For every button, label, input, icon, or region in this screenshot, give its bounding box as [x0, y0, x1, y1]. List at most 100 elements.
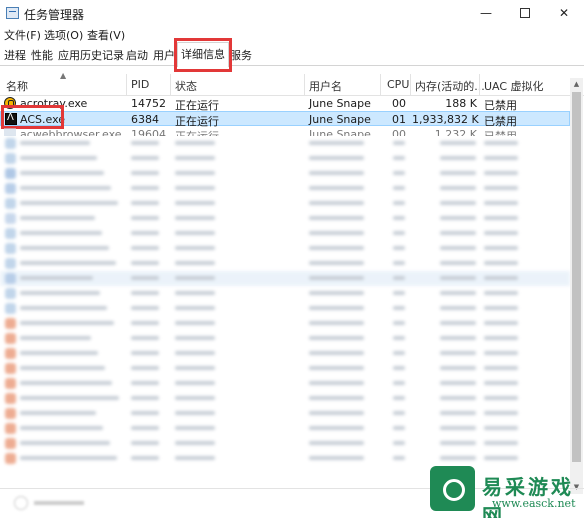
table-row[interactable]	[0, 361, 570, 376]
tab-performance[interactable]: 性能	[31, 47, 53, 63]
table-row[interactable]	[0, 346, 570, 361]
table-row[interactable]	[0, 451, 570, 466]
blurred-text	[175, 156, 215, 160]
process-name: acrotray.exe	[20, 97, 88, 110]
process-icon	[5, 378, 16, 389]
column-header-name[interactable]: 名称	[6, 78, 28, 94]
column-divider[interactable]	[380, 74, 381, 96]
scroll-up-icon[interactable]: ▲	[570, 78, 583, 91]
watermark: 易采游戏网 www.easck.net	[430, 466, 584, 518]
tab-details[interactable]: 详细信息	[177, 42, 229, 67]
table-row[interactable]	[0, 241, 570, 256]
tab-processes[interactable]: 进程	[4, 47, 26, 63]
blurred-text	[20, 291, 100, 295]
table-row[interactable]	[0, 286, 570, 301]
blurred-text	[309, 411, 364, 415]
menu-file[interactable]: 文件(F)	[4, 27, 41, 43]
column-header-cpu[interactable]: CPU	[387, 78, 409, 91]
tab-app-history[interactable]: 应用历史记录	[58, 47, 124, 63]
tab-bar: 进程 性能 应用历史记录 启动 用户 详细信息 服务	[0, 42, 584, 67]
column-divider[interactable]	[170, 74, 171, 96]
blurred-text	[440, 216, 476, 220]
table-row[interactable]	[0, 421, 570, 436]
table-row[interactable]	[0, 376, 570, 391]
table-row[interactable]	[0, 136, 570, 151]
blurred-text	[393, 321, 405, 325]
blurred-text	[484, 411, 518, 415]
column-divider[interactable]	[126, 74, 127, 96]
table-row[interactable]: acrotray.exe 14752 正在运行 June Snape 00 18…	[0, 96, 570, 112]
maximize-button[interactable]	[505, 0, 545, 26]
blurred-text	[131, 426, 159, 430]
process-icon	[5, 363, 16, 374]
table-row[interactable]	[0, 196, 570, 211]
blurred-text	[309, 321, 364, 325]
table-row[interactable]	[0, 331, 570, 346]
blurred-text	[484, 261, 518, 265]
table-row[interactable]	[0, 151, 570, 166]
table-row-selected[interactable]: ACS.exe 6384 正在运行 June Snape 01 1,933,83…	[0, 111, 570, 128]
column-divider[interactable]	[479, 74, 480, 96]
tab-startup[interactable]: 启动	[126, 47, 148, 63]
table-row[interactable]	[0, 301, 570, 316]
blurred-text	[393, 171, 405, 175]
column-header-memory[interactable]: 内存(活动的...	[415, 78, 485, 94]
process-cpu: 01	[392, 113, 406, 126]
menu-view[interactable]: 查看(V)	[87, 27, 125, 43]
table-row[interactable]	[0, 436, 570, 451]
column-header-uac[interactable]: UAC 虚拟化	[484, 78, 544, 94]
blurred-text	[20, 456, 117, 460]
blurred-text	[20, 186, 111, 190]
blurred-text	[440, 231, 476, 235]
blurred-text	[393, 216, 405, 220]
table-row[interactable]	[0, 181, 570, 196]
blurred-text	[484, 276, 518, 280]
table-row[interactable]	[0, 166, 570, 181]
column-header-username[interactable]: 用户名	[309, 78, 342, 94]
table-row[interactable]	[0, 391, 570, 406]
table-row[interactable]	[0, 211, 570, 226]
table-row[interactable]	[0, 271, 570, 286]
blurred-text	[484, 351, 518, 355]
column-header-status[interactable]: 状态	[175, 78, 197, 94]
tab-services[interactable]: 服务	[230, 47, 252, 63]
process-pid: 19604	[131, 128, 166, 136]
blurred-text	[175, 141, 215, 145]
blurred-text	[131, 246, 159, 250]
fewer-details-button[interactable]	[14, 495, 90, 511]
table-row[interactable]	[0, 226, 570, 241]
blurred-text	[131, 201, 159, 205]
blurred-text	[484, 381, 518, 385]
minimize-button[interactable]: —	[466, 0, 506, 26]
blurred-text	[440, 336, 476, 340]
blurred-text	[20, 336, 91, 340]
blurred-text	[440, 426, 476, 430]
table-row[interactable]	[0, 406, 570, 421]
close-button[interactable]: ✕	[544, 0, 584, 26]
blurred-text	[175, 261, 215, 265]
vertical-scrollbar[interactable]: ▲ ▼	[570, 78, 583, 494]
blurred-text	[309, 306, 364, 310]
tab-users[interactable]: 用户	[153, 47, 175, 63]
column-header-pid[interactable]: PID	[131, 78, 149, 91]
table-row[interactable]	[0, 256, 570, 271]
blurred-text	[175, 321, 215, 325]
blurred-text	[309, 381, 364, 385]
column-divider[interactable]	[304, 74, 305, 96]
title-bar: 任务管理器 — ✕	[0, 0, 584, 26]
scroll-thumb[interactable]	[572, 92, 581, 462]
blurred-text	[175, 381, 215, 385]
blurred-text	[20, 141, 90, 145]
process-icon	[5, 288, 16, 299]
menu-options[interactable]: 选项(O)	[44, 27, 83, 43]
blurred-text	[131, 441, 159, 445]
column-divider[interactable]	[410, 74, 411, 96]
process-icon	[5, 168, 16, 179]
blurred-text	[309, 171, 364, 175]
blurred-text	[393, 351, 405, 355]
table-row[interactable]	[0, 316, 570, 331]
blurred-text	[20, 276, 93, 280]
process-icon	[5, 408, 16, 419]
process-icon	[5, 183, 16, 194]
table-row[interactable]: acwebbrowser.exe 19604 正在运行 June Snape 0…	[0, 127, 570, 136]
